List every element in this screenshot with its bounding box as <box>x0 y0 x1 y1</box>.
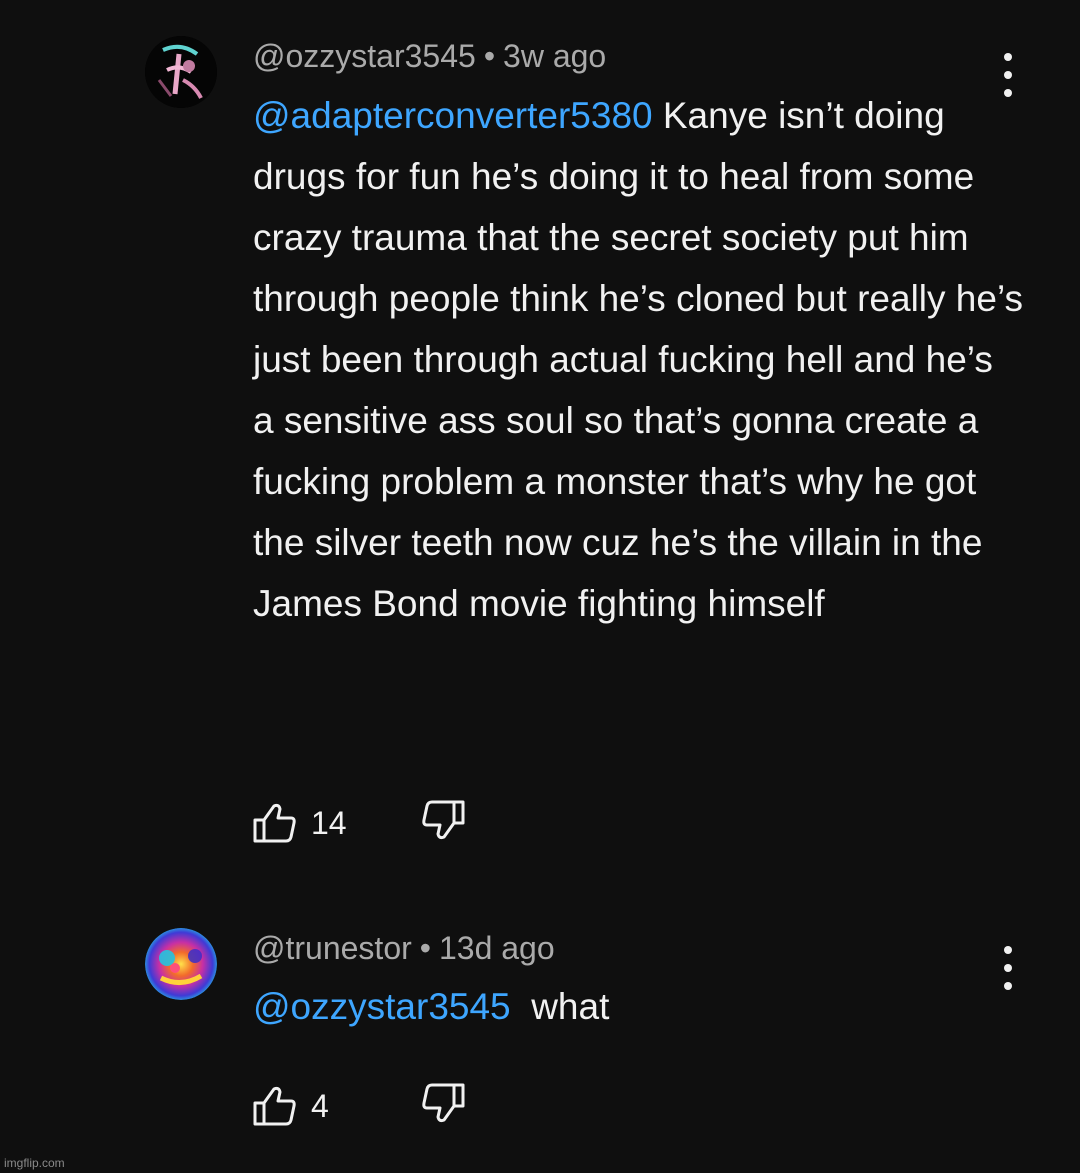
like-button[interactable]: 14 <box>253 803 347 843</box>
author-name[interactable]: @trunestor <box>253 930 412 966</box>
thumb-down-icon <box>422 1083 465 1123</box>
like-count: 4 <box>311 1087 329 1124</box>
meta-separator: • <box>419 930 431 966</box>
comment-thread: @ozzystar3545 • 3w ago @adapterconverter53… <box>0 0 1080 1173</box>
avatar[interactable] <box>145 928 217 1000</box>
avatar-image <box>145 928 217 1000</box>
like-count: 14 <box>311 804 347 841</box>
comment-time[interactable]: 13d ago <box>439 930 555 966</box>
comment-content: Kanye isn’t doing drugs for fun he’s doi… <box>253 95 1024 624</box>
comment-time[interactable]: 3w ago <box>503 38 606 74</box>
comment-actions: 4 <box>253 1083 465 1129</box>
mention-link[interactable]: @adapterconverter5380 <box>253 95 653 136</box>
comment-actions: 14 <box>253 800 465 846</box>
thumb-up-icon <box>253 803 296 843</box>
avatar-image <box>145 36 217 108</box>
thumb-up-icon <box>253 1086 296 1126</box>
dislike-button[interactable] <box>421 1083 465 1128</box>
comment-text: @adapterconverter5380 Kanye isn’t doing … <box>253 85 1023 634</box>
mention-link[interactable]: @ozzystar3545 <box>253 986 511 1027</box>
comment-content: what <box>510 986 610 1027</box>
dislike-button[interactable] <box>421 800 465 845</box>
thumb-down-icon <box>422 800 465 840</box>
avatar[interactable] <box>145 36 217 108</box>
author-name[interactable]: @ozzystar3545 <box>253 38 476 74</box>
comment-text: @ozzystar3545 what <box>253 976 1023 1037</box>
comment-header: @ozzystar3545 • 3w ago <box>253 38 606 75</box>
comment-header: @trunestor • 13d ago <box>253 930 555 967</box>
like-button[interactable]: 4 <box>253 1086 329 1126</box>
meta-separator: • <box>483 38 496 74</box>
watermark: imgflip.com <box>4 1156 65 1170</box>
